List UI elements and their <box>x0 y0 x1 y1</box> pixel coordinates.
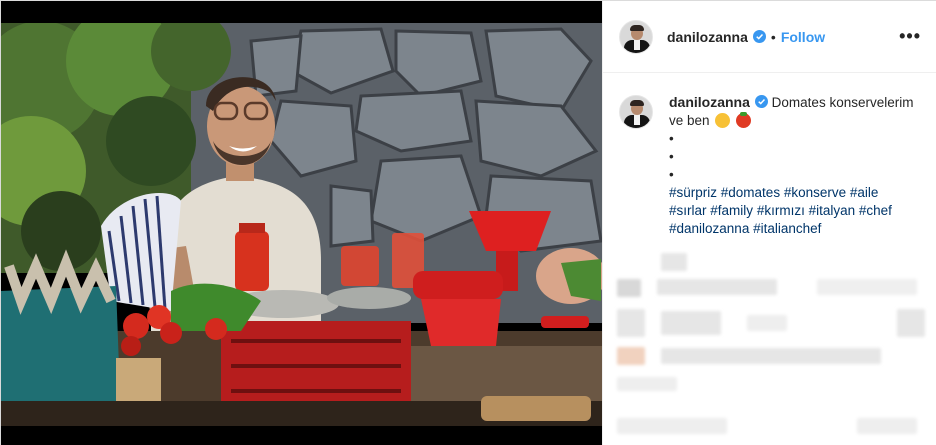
hashtag-link[interactable]: #family <box>710 203 753 218</box>
more-options-icon[interactable]: ••• <box>899 26 921 47</box>
hashtags: #sürpriz #domates #konserve #aile #sırla… <box>669 184 919 238</box>
instagram-post: danilozanna • Follow ••• danilozanna Dom… <box>0 0 936 445</box>
caption-body: danilozanna Domates konservelerim ve ben… <box>669 93 919 238</box>
caption-bullet: • <box>669 131 674 146</box>
post-sidebar: danilozanna • Follow ••• danilozanna Dom… <box>602 1 936 445</box>
hashtag-link[interactable]: #italianchef <box>753 221 821 236</box>
photo-illustration <box>1 1 602 445</box>
blurred-comments <box>617 253 927 443</box>
hashtag-link[interactable]: #sırlar <box>669 203 707 218</box>
tomato-emoji-icon <box>736 112 752 128</box>
caption-bullet: • <box>669 167 674 182</box>
hashtag-link[interactable]: #italyan <box>809 203 856 218</box>
hashtag-link[interactable]: #kırmızı <box>757 203 805 218</box>
post-header: danilozanna • Follow ••• <box>603 1 936 73</box>
caption: danilozanna Domates konservelerim ve ben… <box>603 73 936 238</box>
post-photo[interactable] <box>1 1 602 445</box>
follow-button[interactable]: Follow <box>781 29 825 45</box>
verified-badge-icon <box>754 95 768 108</box>
separator-dot: • <box>770 28 776 45</box>
avatar[interactable] <box>619 19 653 54</box>
hashtag-link[interactable]: #konserve <box>784 185 846 200</box>
hashtag-link[interactable]: #sürpriz <box>669 185 717 200</box>
hashtag-link[interactable]: #aile <box>850 185 879 200</box>
laughing-emoji-icon <box>715 113 731 128</box>
username-link[interactable]: danilozanna <box>667 29 748 45</box>
caption-bullet: • <box>669 149 674 164</box>
verified-badge-icon <box>752 30 766 43</box>
hashtag-link[interactable]: #chef <box>859 203 892 218</box>
caption-avatar[interactable] <box>619 95 653 129</box>
hashtag-link[interactable]: #domates <box>721 185 780 200</box>
caption-username[interactable]: danilozanna <box>669 94 750 110</box>
hashtag-link[interactable]: #danilozanna <box>669 221 749 236</box>
